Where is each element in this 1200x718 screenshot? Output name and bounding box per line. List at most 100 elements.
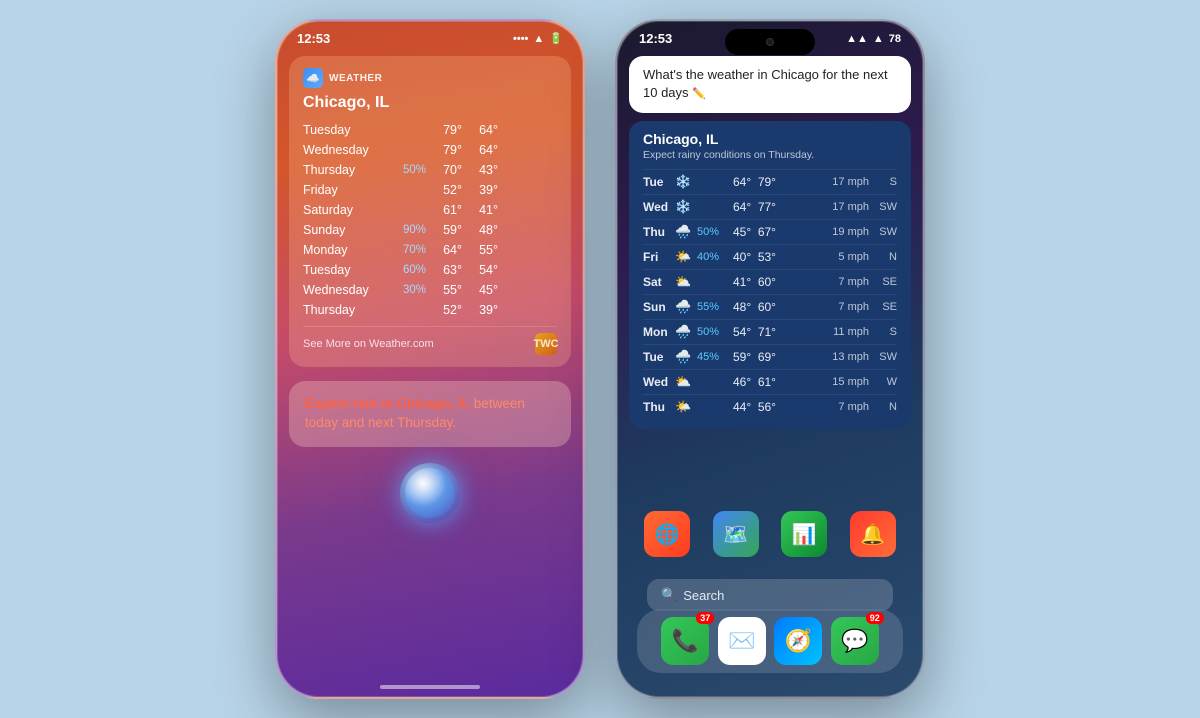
weather-app-icon: ☁️ [303,68,323,88]
siri-query-text: What's the weather in Chicago for the ne… [643,66,897,103]
forecast-range: 40° 53° [733,250,838,264]
status-icons-2: ▲▲ ▲ 78 [846,33,901,45]
forecast-icon2: 🌧️ [675,349,697,365]
search-bar[interactable]: 🔍 Search [647,579,893,611]
forecast-day: Sunday [303,223,388,237]
forecast-day: Tuesday [303,263,388,277]
forecast-wind: 7 mph [838,301,869,313]
app-chrome[interactable]: 🌐 [644,511,690,557]
forecast-icon2: 🌧️ [675,224,697,240]
dock-gmail[interactable]: ✉️ [718,617,766,665]
forecast-pct: 70% [388,244,426,256]
search-icon: 🔍 [661,587,677,603]
see-more-text[interactable]: See More on Weather.com [303,338,434,350]
siri-message-text: Expect rain in Chicago, IL between today… [305,395,555,433]
forecast-icon2: ⛅ [675,274,697,290]
forecast-dir: SE [873,301,897,313]
forecast-dir: N [873,251,897,263]
forecast-dir: SW [873,201,897,213]
phone2: 12:53 ▲▲ ▲ 78 What's the weather in Chic… [615,19,925,699]
forecast-day2: Fri [643,250,675,264]
forecast-row-1: Friday 52° 39° [303,180,557,200]
forecast-day: Wednesday [303,143,388,157]
dock-messages[interactable]: 💬 92 [831,617,879,665]
forecast-row-2: Mon 🌧️ 50% 54° 71° 11 mph S [643,319,897,344]
forecast-row-1: Saturday 61° 41° [303,200,557,220]
forecast-dir: S [873,326,897,338]
forecast-pct: 30% [388,284,426,296]
app-sheets[interactable]: 📊 [781,511,827,557]
phone1: 12:53 •••• ▲ 🔋 ☁️ WEATHER Chicago, IL Tu… [275,19,585,699]
forecast-day: Thursday [303,303,388,317]
forecast-row-1: Wednesday 30% 55° 45° [303,280,557,300]
weather-city-1: Chicago, IL [303,94,557,112]
forecast-pct2: 45% [697,351,733,363]
forecast-range: 64° 77° [733,200,832,214]
forecast-row-1: Monday 70% 64° 55° [303,240,557,260]
weather-label: WEATHER [329,73,382,84]
forecast-row-2: Tue ❄️ 64° 79° 17 mph S [643,169,897,194]
siri-query-box[interactable]: What's the weather in Chicago for the ne… [629,56,911,113]
forecast-day: Saturday [303,203,388,217]
weather-card: ☁️ WEATHER Chicago, IL Tuesday 79° 64° W… [289,56,571,367]
forecast-lo: 39° [462,183,498,197]
dynamic-island [725,29,815,55]
forecast-day2: Tue [643,175,675,189]
dock-safari[interactable]: 🧭 [774,617,822,665]
forecast-row-1: Wednesday 79° 64° [303,140,557,160]
battery-label: 78 [889,33,901,45]
forecast-hi: 63° [426,263,462,277]
forecast-icon2: ⛅ [675,374,697,390]
time-1: 12:53 [297,31,330,46]
siri-orb-container[interactable] [277,463,583,523]
app-notification[interactable]: 🔔 [850,511,896,557]
forecast-row-1: Sunday 90% 59° 48° [303,220,557,240]
forecast-pct: 50% [388,164,426,176]
siri-orb[interactable] [400,463,460,523]
weather-subtitle: Expect rainy conditions on Thursday. [643,149,897,161]
edit-icon[interactable]: ✏️ [692,88,706,100]
forecast-icon2: 🌤️ [675,399,697,415]
app-icons-row: 🌐 🗺️ 📊 🔔 [617,505,923,563]
signal-icon: ▲▲ [846,33,868,45]
status-icons-1: •••• ▲ 🔋 [513,32,563,45]
forecast-wind: 11 mph [833,326,869,338]
app-maps[interactable]: 🗺️ [713,511,759,557]
weather-header: ☁️ WEATHER [303,68,557,88]
forecast-day2: Tue [643,350,675,364]
forecast-pct2: 40% [697,251,733,263]
forecast-lo: 39° [462,303,498,317]
forecast-day2: Thu [643,400,675,414]
forecast-range: 59° 69° [733,350,832,364]
forecast-wind: 13 mph [832,351,869,363]
forecast-row-1: Tuesday 60% 63° 54° [303,260,557,280]
forecast-pct2: 55% [697,301,733,313]
forecast-range: 45° 67° [733,225,832,239]
forecast-hi: 64° [426,243,462,257]
see-more-section[interactable]: See More on Weather.com TWC [303,326,557,355]
city-2: Chicago, IL [643,131,897,147]
forecast-lo: 43° [462,163,498,177]
forecast-icon2: ❄️ [675,199,697,215]
forecast-row-2: Tue 🌧️ 45% 59° 69° 13 mph SW [643,344,897,369]
dock-phone[interactable]: 📞 37 [661,617,709,665]
forecast-row-2: Wed ⛅ 46° 61° 15 mph W [643,369,897,394]
forecast-day2: Wed [643,200,675,214]
forecast-row-2: Thu 🌤️ 44° 56° 7 mph N [643,394,897,419]
forecast-day: Tuesday [303,123,388,137]
forecast-lo: 45° [462,283,498,297]
forecast-lo: 54° [462,263,498,277]
forecast-hi: 52° [426,303,462,317]
forecast-hi: 70° [426,163,462,177]
forecast-lo: 55° [462,243,498,257]
cloud-icon: ☁️ [306,72,320,85]
forecast-dir: W [873,376,897,388]
forecast-pct: 90% [388,224,426,236]
forecast-day2: Mon [643,325,675,339]
forecast-range: 48° 60° [733,300,838,314]
forecast-day: Friday [303,183,388,197]
forecast-wind: 19 mph [832,226,869,238]
forecast-row-1: Tuesday 79° 64° [303,120,557,140]
forecast-day: Wednesday [303,283,388,297]
forecast-icon2: 🌧️ [675,324,697,340]
